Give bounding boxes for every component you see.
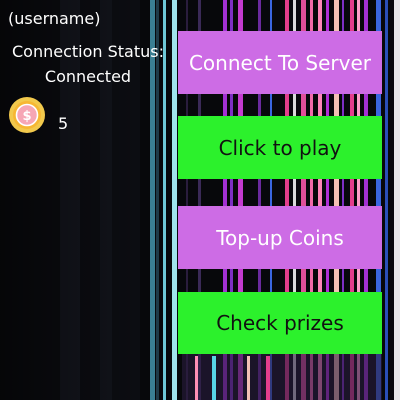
username-label: (username) bbox=[8, 9, 101, 28]
play-button[interactable]: Click to play bbox=[178, 116, 382, 179]
connection-status-value: Connected bbox=[44, 67, 132, 86]
connection-status-label: Connection Status: bbox=[12, 42, 164, 61]
dollar-coin-icon: $ bbox=[9, 97, 45, 133]
check-prizes-button[interactable]: Check prizes bbox=[178, 292, 382, 354]
top-up-coins-button[interactable]: Top-up Coins bbox=[178, 206, 382, 269]
coin-balance: 5 bbox=[58, 114, 69, 133]
connect-to-server-button[interactable]: Connect To Server bbox=[178, 31, 382, 94]
coin-symbol: $ bbox=[22, 109, 31, 124]
